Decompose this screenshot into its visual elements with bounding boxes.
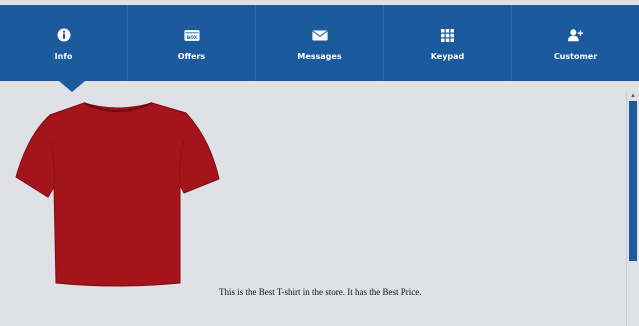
- nav-item-messages[interactable]: Messages: [256, 5, 384, 81]
- app-frame: Info BOX Offers Messages Keypad Customer…: [0, 0, 639, 326]
- nav-label-customer: Customer: [553, 52, 598, 61]
- nav-label-messages: Messages: [297, 52, 342, 61]
- offers-icon: BOX: [183, 27, 200, 43]
- top-nav-bar: Info BOX Offers Messages Keypad Customer: [0, 5, 639, 81]
- info-icon: [56, 27, 72, 43]
- info-panel: This is the Best T-shirt in the store. I…: [0, 81, 626, 326]
- nav-item-customer[interactable]: Customer: [512, 5, 639, 81]
- add-user-icon: [567, 27, 584, 43]
- nav-item-info[interactable]: Info: [0, 5, 128, 81]
- product-image: [14, 101, 220, 292]
- scrollbar-thumb[interactable]: [629, 101, 637, 261]
- product-description: This is the Best T-shirt in the store. I…: [219, 287, 422, 297]
- nav-item-offers[interactable]: BOX Offers: [128, 5, 256, 81]
- nav-label-offers: Offers: [177, 52, 206, 61]
- nav-label-keypad: Keypad: [430, 52, 465, 61]
- nav-item-keypad[interactable]: Keypad: [384, 5, 512, 81]
- vertical-scrollbar[interactable]: ▲: [626, 92, 639, 326]
- keypad-icon: [440, 27, 456, 43]
- scroll-up-arrow-icon[interactable]: ▲: [628, 92, 638, 100]
- offers-icon-text: BOX: [186, 35, 197, 41]
- envelope-icon: [311, 27, 328, 43]
- nav-label-info: Info: [54, 52, 73, 61]
